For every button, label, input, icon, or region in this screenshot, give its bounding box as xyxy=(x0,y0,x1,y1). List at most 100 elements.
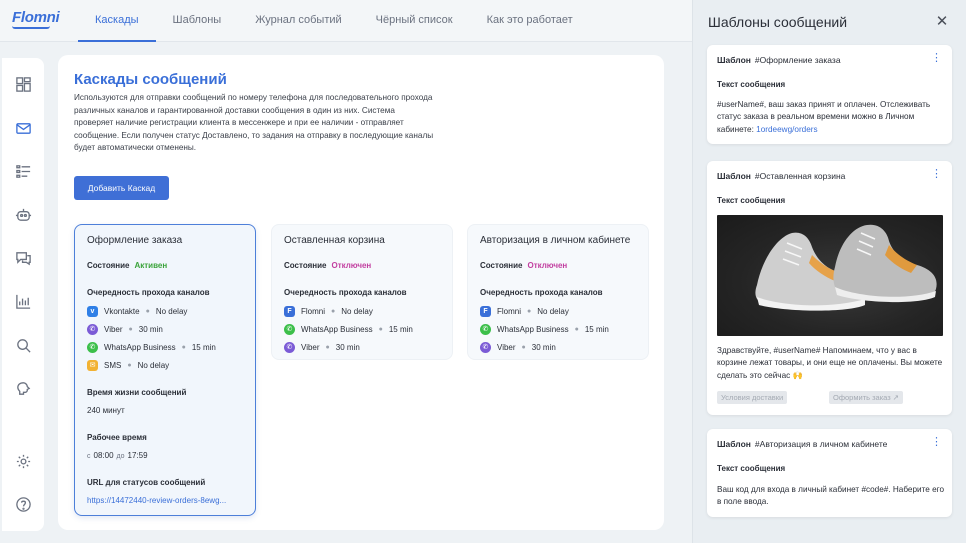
cascade-card-order[interactable]: Оформление заказа Состояние Активен Очере… xyxy=(74,224,256,516)
sms-icon: ✉ xyxy=(87,359,98,371)
delivery-terms-button[interactable]: Условия доставки xyxy=(717,391,788,404)
viber-icon: ✆ xyxy=(87,323,98,335)
order-label: Очередность прохода каналов xyxy=(284,288,407,297)
template-card-auth[interactable]: Шаблон #Авторизация в личном кабинете ⋮ Т… xyxy=(707,429,952,517)
channel-row: ✆ WhatsApp Business ● 15 min xyxy=(87,341,216,353)
channel-row: ✆ WhatsApp Business ● 15 min xyxy=(284,323,413,335)
status-badge: Отключен xyxy=(331,261,372,270)
tab-templates[interactable]: Шаблоны xyxy=(156,0,239,42)
sidebar-item-help[interactable] xyxy=(2,488,44,520)
sidebar xyxy=(2,58,44,531)
cascade-card-auth[interactable]: Авторизация в личном кабинете Состояние О… xyxy=(467,224,649,360)
template-text: Здравствуйте, #userName# Напоминаем, что… xyxy=(717,346,943,380)
channel-delay: No delay xyxy=(155,306,188,316)
template-name: #Оформление заказа xyxy=(754,55,841,65)
tab-how-it-works[interactable]: Как это работает xyxy=(470,0,590,42)
brain-icon xyxy=(16,381,30,395)
text-label: Текст сообщения xyxy=(717,80,786,89)
template-text: #userName#, ваш заказ принят и оплачен. … xyxy=(717,99,945,136)
channel-row: ✆ Viber ● 30 min xyxy=(87,323,163,335)
lifetime-label: Время жизни сообщений xyxy=(87,388,187,397)
page-title: Каскады сообщений xyxy=(74,71,227,88)
status-label: Состояние xyxy=(87,261,130,270)
more-vertical-icon[interactable]: ⋮ xyxy=(931,53,942,64)
app-logo[interactable]: Flomni xyxy=(12,9,60,26)
mail-icon xyxy=(15,122,31,134)
separator-dot: ● xyxy=(521,343,526,351)
main-panel: Каскады сообщений Используются для отпра… xyxy=(58,55,664,530)
help-icon xyxy=(15,496,31,512)
separator-dot: ● xyxy=(574,325,579,333)
dashboard-icon xyxy=(15,76,31,92)
separator-dot: ● xyxy=(331,307,336,315)
sidebar-item-ai[interactable] xyxy=(2,372,44,404)
close-icon[interactable]: ✕ xyxy=(935,14,949,29)
channel-row: F Flomni ● No delay xyxy=(284,305,373,317)
status-badge: Отключен xyxy=(527,261,568,270)
whatsapp-icon: ✆ xyxy=(87,341,98,353)
order-label: Очередность прохода каналов xyxy=(480,288,603,297)
tab-event-log[interactable]: Журнал событий xyxy=(238,0,358,42)
template-label: Шаблон xyxy=(717,439,751,449)
whatsapp-icon: ✆ xyxy=(480,323,491,335)
channel-row: v Vkontakte ● No delay xyxy=(87,305,187,317)
status-row: Состояние Отключен xyxy=(284,261,371,270)
more-vertical-icon[interactable]: ⋮ xyxy=(931,437,942,448)
channel-name: Viber xyxy=(301,342,320,352)
worktime-from: 08:00 xyxy=(93,451,114,460)
sidebar-item-analytics[interactable] xyxy=(2,285,44,317)
channel-name: Viber xyxy=(497,342,516,352)
tab-blacklist[interactable]: Чёрный список xyxy=(359,0,470,42)
logo-underline xyxy=(12,26,50,29)
channel-row: F Flomni ● No delay xyxy=(480,305,569,317)
sidebar-item-search[interactable] xyxy=(2,329,44,361)
cascade-card-cart[interactable]: Оставленная корзина Состояние Отключен Оч… xyxy=(271,224,453,360)
add-cascade-button[interactable]: Добавить Каскад xyxy=(74,176,169,200)
template-card-cart[interactable]: Шаблон #Оставленная корзина ⋮ Текст сообщ… xyxy=(707,161,952,415)
sidebar-item-bots[interactable] xyxy=(2,198,44,230)
channel-name: WhatsApp Business xyxy=(104,342,176,352)
viber-icon: ✆ xyxy=(284,341,295,353)
template-header: Шаблон #Авторизация в личном кабинете xyxy=(717,439,887,449)
top-bar: Flomni Каскады Шаблоны Журнал событий Чё… xyxy=(0,0,692,42)
settings-icon xyxy=(16,454,30,468)
more-vertical-icon[interactable]: ⋮ xyxy=(931,169,942,180)
channel-delay: 30 min xyxy=(531,342,556,352)
text-label: Текст сообщения xyxy=(717,196,786,205)
vk-icon: v xyxy=(87,305,98,317)
card-title: Оформление заказа xyxy=(87,235,183,246)
page-description: Используются для отправки сообщений по н… xyxy=(74,93,434,152)
worktime-from-label: с xyxy=(87,453,91,460)
sidebar-item-lists[interactable] xyxy=(2,155,44,187)
worktime-to-label: до xyxy=(116,453,125,460)
template-header: Шаблон #Оформление заказа xyxy=(717,55,841,65)
worktime-value: с 08:00 до 17:59 xyxy=(87,451,148,460)
status-url-link[interactable]: https://14472440-review-orders-8ewg... xyxy=(87,496,257,505)
sidebar-item-chats[interactable] xyxy=(2,242,44,274)
text-label: Текст сообщения xyxy=(717,464,786,473)
sidebar-item-dashboard[interactable] xyxy=(2,68,44,100)
templates-drawer: Шаблоны сообщений ✕ Шаблон #Оформление за… xyxy=(692,0,966,543)
separator-dot: ● xyxy=(145,307,150,315)
channel-name: Flomni xyxy=(301,306,326,316)
order-label: Очередность прохода каналов xyxy=(87,288,210,297)
chart-icon xyxy=(15,294,30,309)
template-card-order[interactable]: Шаблон #Оформление заказа ⋮ Текст сообщен… xyxy=(707,45,952,144)
separator-dot: ● xyxy=(181,343,186,351)
sidebar-item-settings[interactable] xyxy=(2,445,44,477)
checkout-button[interactable]: Оформить заказ ↗ xyxy=(829,391,904,404)
template-link[interactable]: 1ordeewg/orders xyxy=(756,125,817,134)
status-badge: Активен xyxy=(134,261,168,270)
channel-delay: 15 min xyxy=(388,324,413,334)
template-header: Шаблон #Оставленная корзина xyxy=(717,171,845,181)
channel-delay: No delay xyxy=(341,306,373,316)
tab-cascades[interactable]: Каскады xyxy=(78,0,156,42)
channel-name: Vkontakte xyxy=(104,306,140,316)
template-text: Ваш код для входа в личный кабинет #code… xyxy=(717,485,945,507)
template-name: #Авторизация в личном кабинете xyxy=(754,439,888,449)
sneakers-image xyxy=(717,215,943,336)
sidebar-item-messages[interactable] xyxy=(2,112,44,144)
flomni-icon: F xyxy=(284,305,295,317)
card-title: Оставленная корзина xyxy=(284,235,385,246)
card-title: Авторизация в личном кабинете xyxy=(480,235,631,246)
